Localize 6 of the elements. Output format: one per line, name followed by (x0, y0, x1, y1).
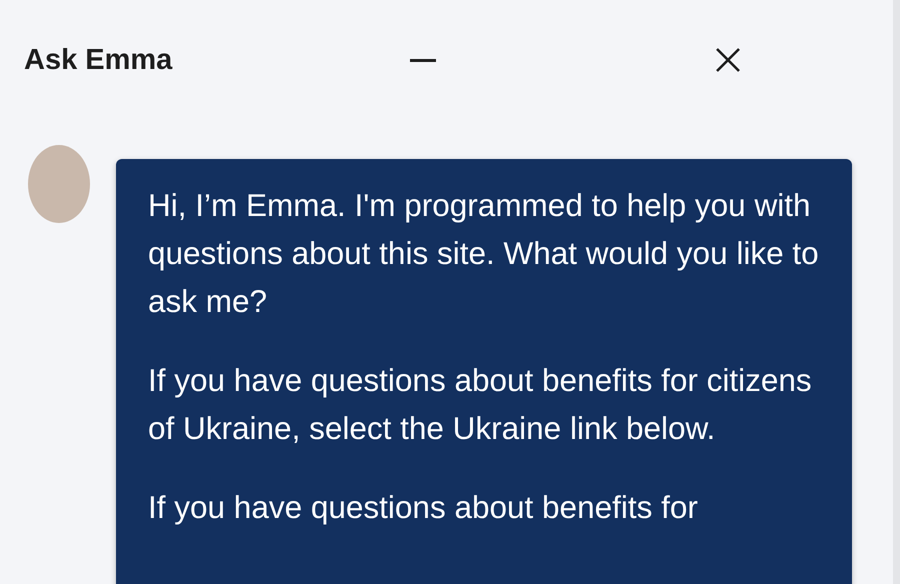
close-icon (716, 48, 740, 72)
message-paragraph: If you have questions about benefits for citizens of Ukraine, select the Ukraine link below. (148, 361, 813, 448)
minimize-icon (410, 58, 436, 62)
message-paragraph: Hi, I’m Emma. I'm programmed to help you with questions about this site. What would you like to ask me? (148, 186, 820, 321)
message-paragraph: If you have questions about benefits for (148, 488, 699, 527)
window-title: Ask Emma (24, 44, 174, 76)
